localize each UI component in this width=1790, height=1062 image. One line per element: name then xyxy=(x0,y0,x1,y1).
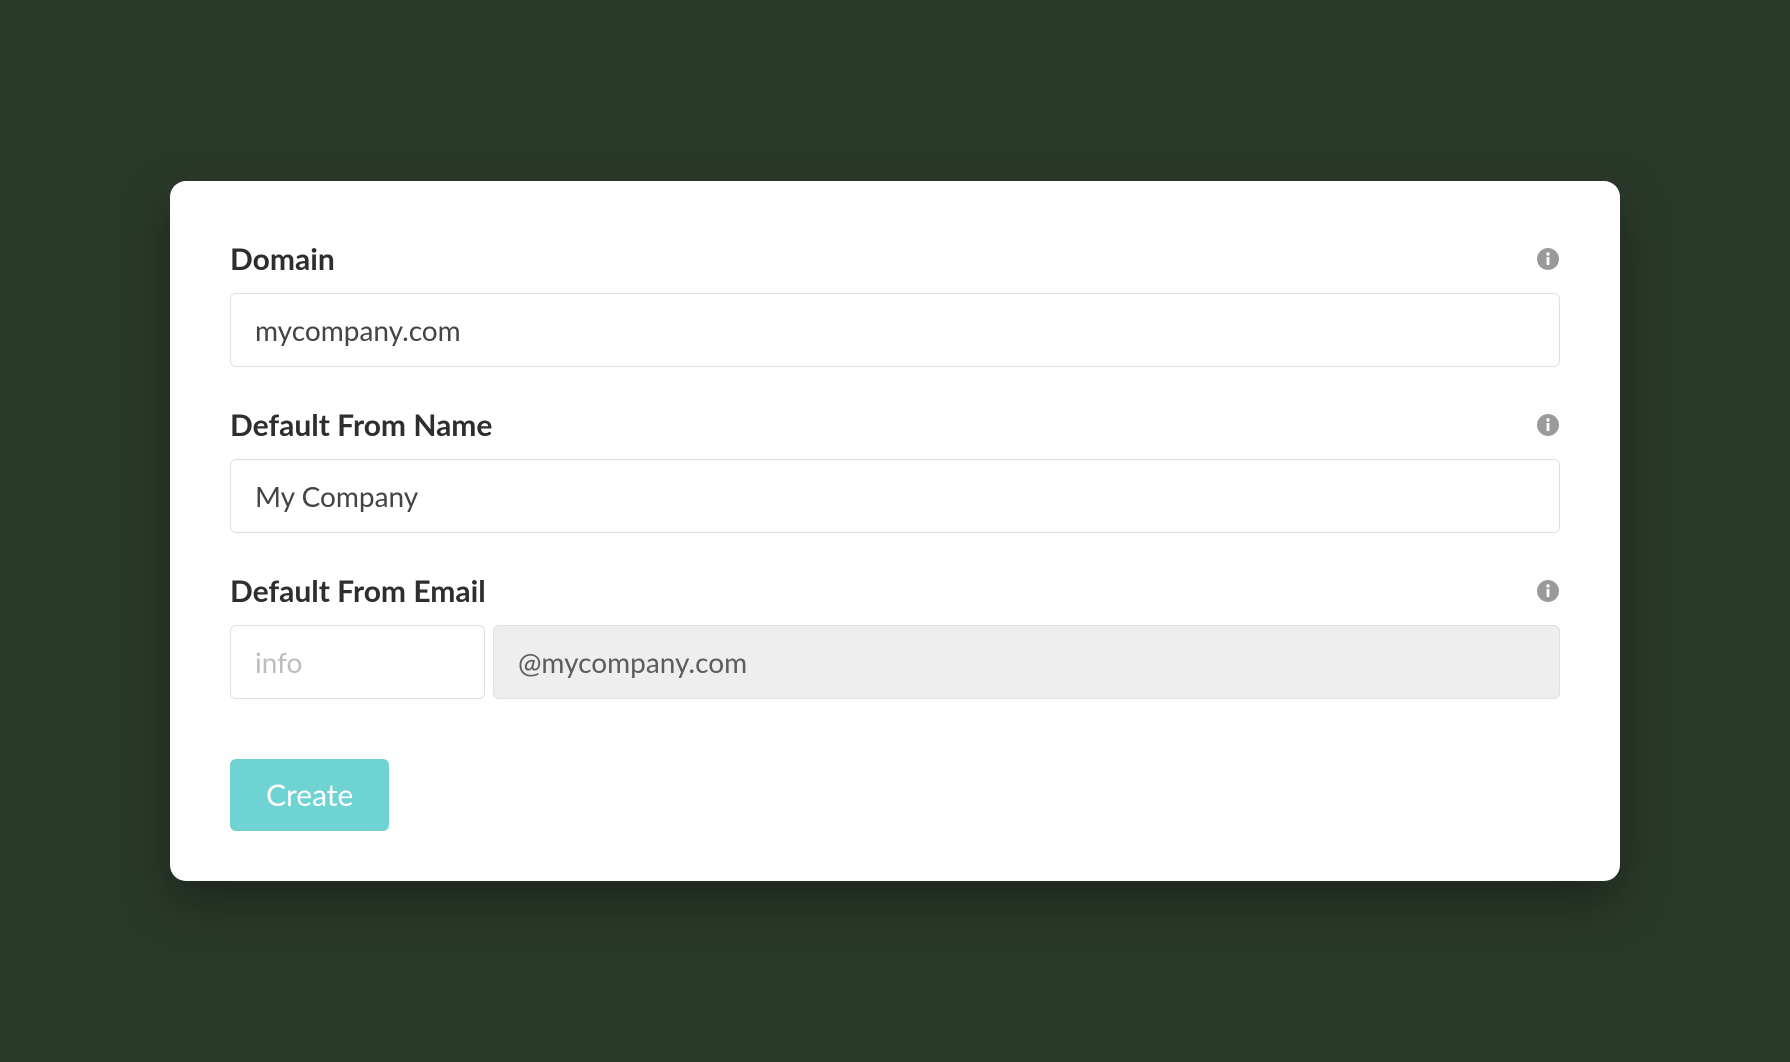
domain-group: Domain xyxy=(230,241,1560,367)
from-email-label: Default From Email xyxy=(230,573,486,609)
info-icon[interactable] xyxy=(1536,413,1560,437)
from-email-row: @mycompany.com xyxy=(230,625,1560,699)
create-button[interactable]: Create xyxy=(230,759,389,831)
from-name-label: Default From Name xyxy=(230,407,492,443)
domain-input[interactable] xyxy=(230,293,1560,367)
from-name-group: Default From Name xyxy=(230,407,1560,533)
from-email-local-input[interactable] xyxy=(230,625,485,699)
from-name-input[interactable] xyxy=(230,459,1560,533)
from-email-group: Default From Email @mycompany.com xyxy=(230,573,1560,699)
from-name-label-row: Default From Name xyxy=(230,407,1560,443)
info-icon[interactable] xyxy=(1536,247,1560,271)
info-icon[interactable] xyxy=(1536,579,1560,603)
domain-label-row: Domain xyxy=(230,241,1560,277)
from-email-domain-suffix: @mycompany.com xyxy=(493,625,1560,699)
settings-card: Domain Default From Name Default From Em… xyxy=(170,181,1620,881)
from-email-label-row: Default From Email xyxy=(230,573,1560,609)
domain-label: Domain xyxy=(230,241,335,277)
